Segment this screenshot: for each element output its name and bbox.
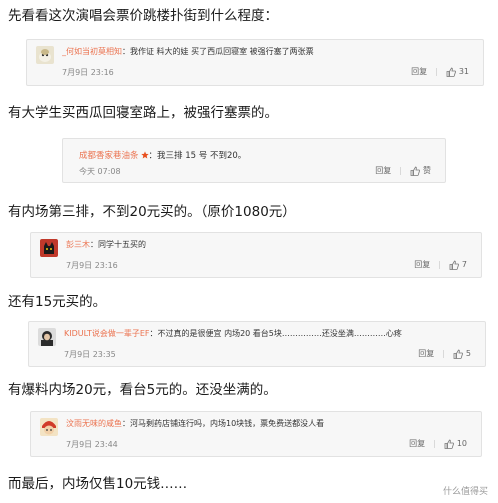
caption-1: 先看看这次演唱会票价跳楼扑街到什么程度： (8, 8, 278, 24)
caption-2: 有大学生买西瓜回寝室路上，被强行塞票的。 (8, 105, 278, 121)
comment-text: ：同学十五买的 (90, 240, 146, 249)
avatar[interactable] (38, 328, 56, 346)
comment-actions: 回复 | 31 (411, 66, 469, 77)
comment-actions: 回复 | 10 (409, 438, 467, 449)
username-link[interactable]: KIDULT说会做一辈子EF (64, 329, 150, 338)
comment-actions: 回复 | 5 (418, 348, 471, 359)
thumbs-up-icon[interactable] (444, 439, 454, 449)
timestamp: 7月9日 23:16 (66, 261, 118, 270)
like-count: 5 (465, 349, 471, 358)
timestamp: 7月9日 23:44 (66, 440, 118, 449)
comment-text: ：我三排 15 号 不到20。 (148, 151, 247, 161)
thumbs-up-icon[interactable] (410, 166, 420, 176)
reply-button[interactable]: 回复 (409, 438, 425, 449)
caption-3: 有内场第三排，不到20元买的。（原价1080元） (8, 204, 296, 220)
divider: | (442, 349, 445, 358)
caption-6: 而最后，内场仅售10元钱…… (8, 476, 188, 492)
like-count: 10 (456, 439, 467, 448)
avatar[interactable] (36, 46, 54, 64)
comment-line: 汶雨无味的咸鱼：河马剩药店铺连行吗，内场10块钱，票免费送都没人看 (66, 418, 473, 430)
avatar[interactable] (40, 239, 58, 257)
reply-button[interactable]: 回复 (375, 165, 391, 176)
thumbs-up-icon[interactable] (453, 349, 463, 359)
watermark: 什么值得买 (442, 487, 488, 497)
divider: | (435, 67, 438, 76)
like-count: 31 (458, 67, 469, 76)
username-link[interactable]: 汶雨无味的咸鱼 (66, 419, 122, 428)
comment-card: 汶雨无味的咸鱼：河马剩药店铺连行吗，内场10块钱，票免费送都没人看 7月9日 2… (30, 411, 482, 457)
vip-star-icon (140, 151, 149, 159)
thumbs-up-icon[interactable] (446, 67, 456, 77)
comment-line: KIDULT说会做一辈子EF：不过真的是很便宜 内场20 看台5块……………还没… (64, 328, 477, 340)
comment-actions: 回复 | 7 (414, 259, 467, 270)
comment-card: KIDULT说会做一辈子EF：不过真的是很便宜 内场20 看台5块……………还没… (28, 321, 486, 367)
divider: | (399, 166, 402, 175)
comment-text: ：不过真的是很便宜 内场20 看台5块……………还没坐满…………心疼 (149, 329, 402, 338)
comment-card: 成都香家巷油条 ：我三排 15 号 不到20。 今天 07:08 回复 | 赞 (62, 138, 446, 183)
comment-line: _何如当初莫相知：我作证 料大的娃 买了西瓜回寝室 被强行塞了两张票 (62, 46, 475, 58)
comment-line: 彭三木：同学十五买的 (66, 239, 473, 251)
reply-button[interactable]: 回复 (418, 348, 434, 359)
reply-button[interactable]: 回复 (414, 259, 430, 270)
comment-card: _何如当初莫相知：我作证 料大的娃 买了西瓜回寝室 被强行塞了两张票 7月9日 … (26, 39, 484, 86)
thumbs-up-icon[interactable] (449, 260, 459, 270)
caption-4: 还有15元买的。 (8, 294, 107, 310)
comment-actions: 回复 | 赞 (375, 165, 431, 176)
username-link[interactable]: _何如当初莫相知 (62, 47, 122, 56)
username-link[interactable]: 成都香家巷油条 (79, 151, 139, 161)
timestamp: 7月9日 23:16 (62, 68, 114, 77)
divider: | (433, 439, 436, 448)
comment-text: ：我作证 料大的娃 买了西瓜回寝室 被强行塞了两张票 (122, 47, 314, 56)
caption-5: 有爆料内场20元，看台5元的。还没坐满的。 (8, 382, 277, 398)
divider: | (438, 260, 441, 269)
timestamp: 7月9日 23:35 (64, 350, 116, 359)
comment-line: 成都香家巷油条 ：我三排 15 号 不到20。 (79, 150, 437, 162)
comment-text: ：河马剩药店铺连行吗，内场10块钱，票免费送都没人看 (122, 419, 325, 428)
like-button-label[interactable]: 赞 (423, 165, 431, 176)
avatar[interactable] (40, 418, 58, 436)
timestamp: 今天 07:08 (79, 167, 121, 176)
like-count: 7 (461, 260, 467, 269)
comment-card: 彭三木：同学十五买的 7月9日 23:16 回复 | 7 (30, 232, 482, 278)
username-link[interactable]: 彭三木 (66, 240, 90, 249)
reply-button[interactable]: 回复 (411, 66, 427, 77)
